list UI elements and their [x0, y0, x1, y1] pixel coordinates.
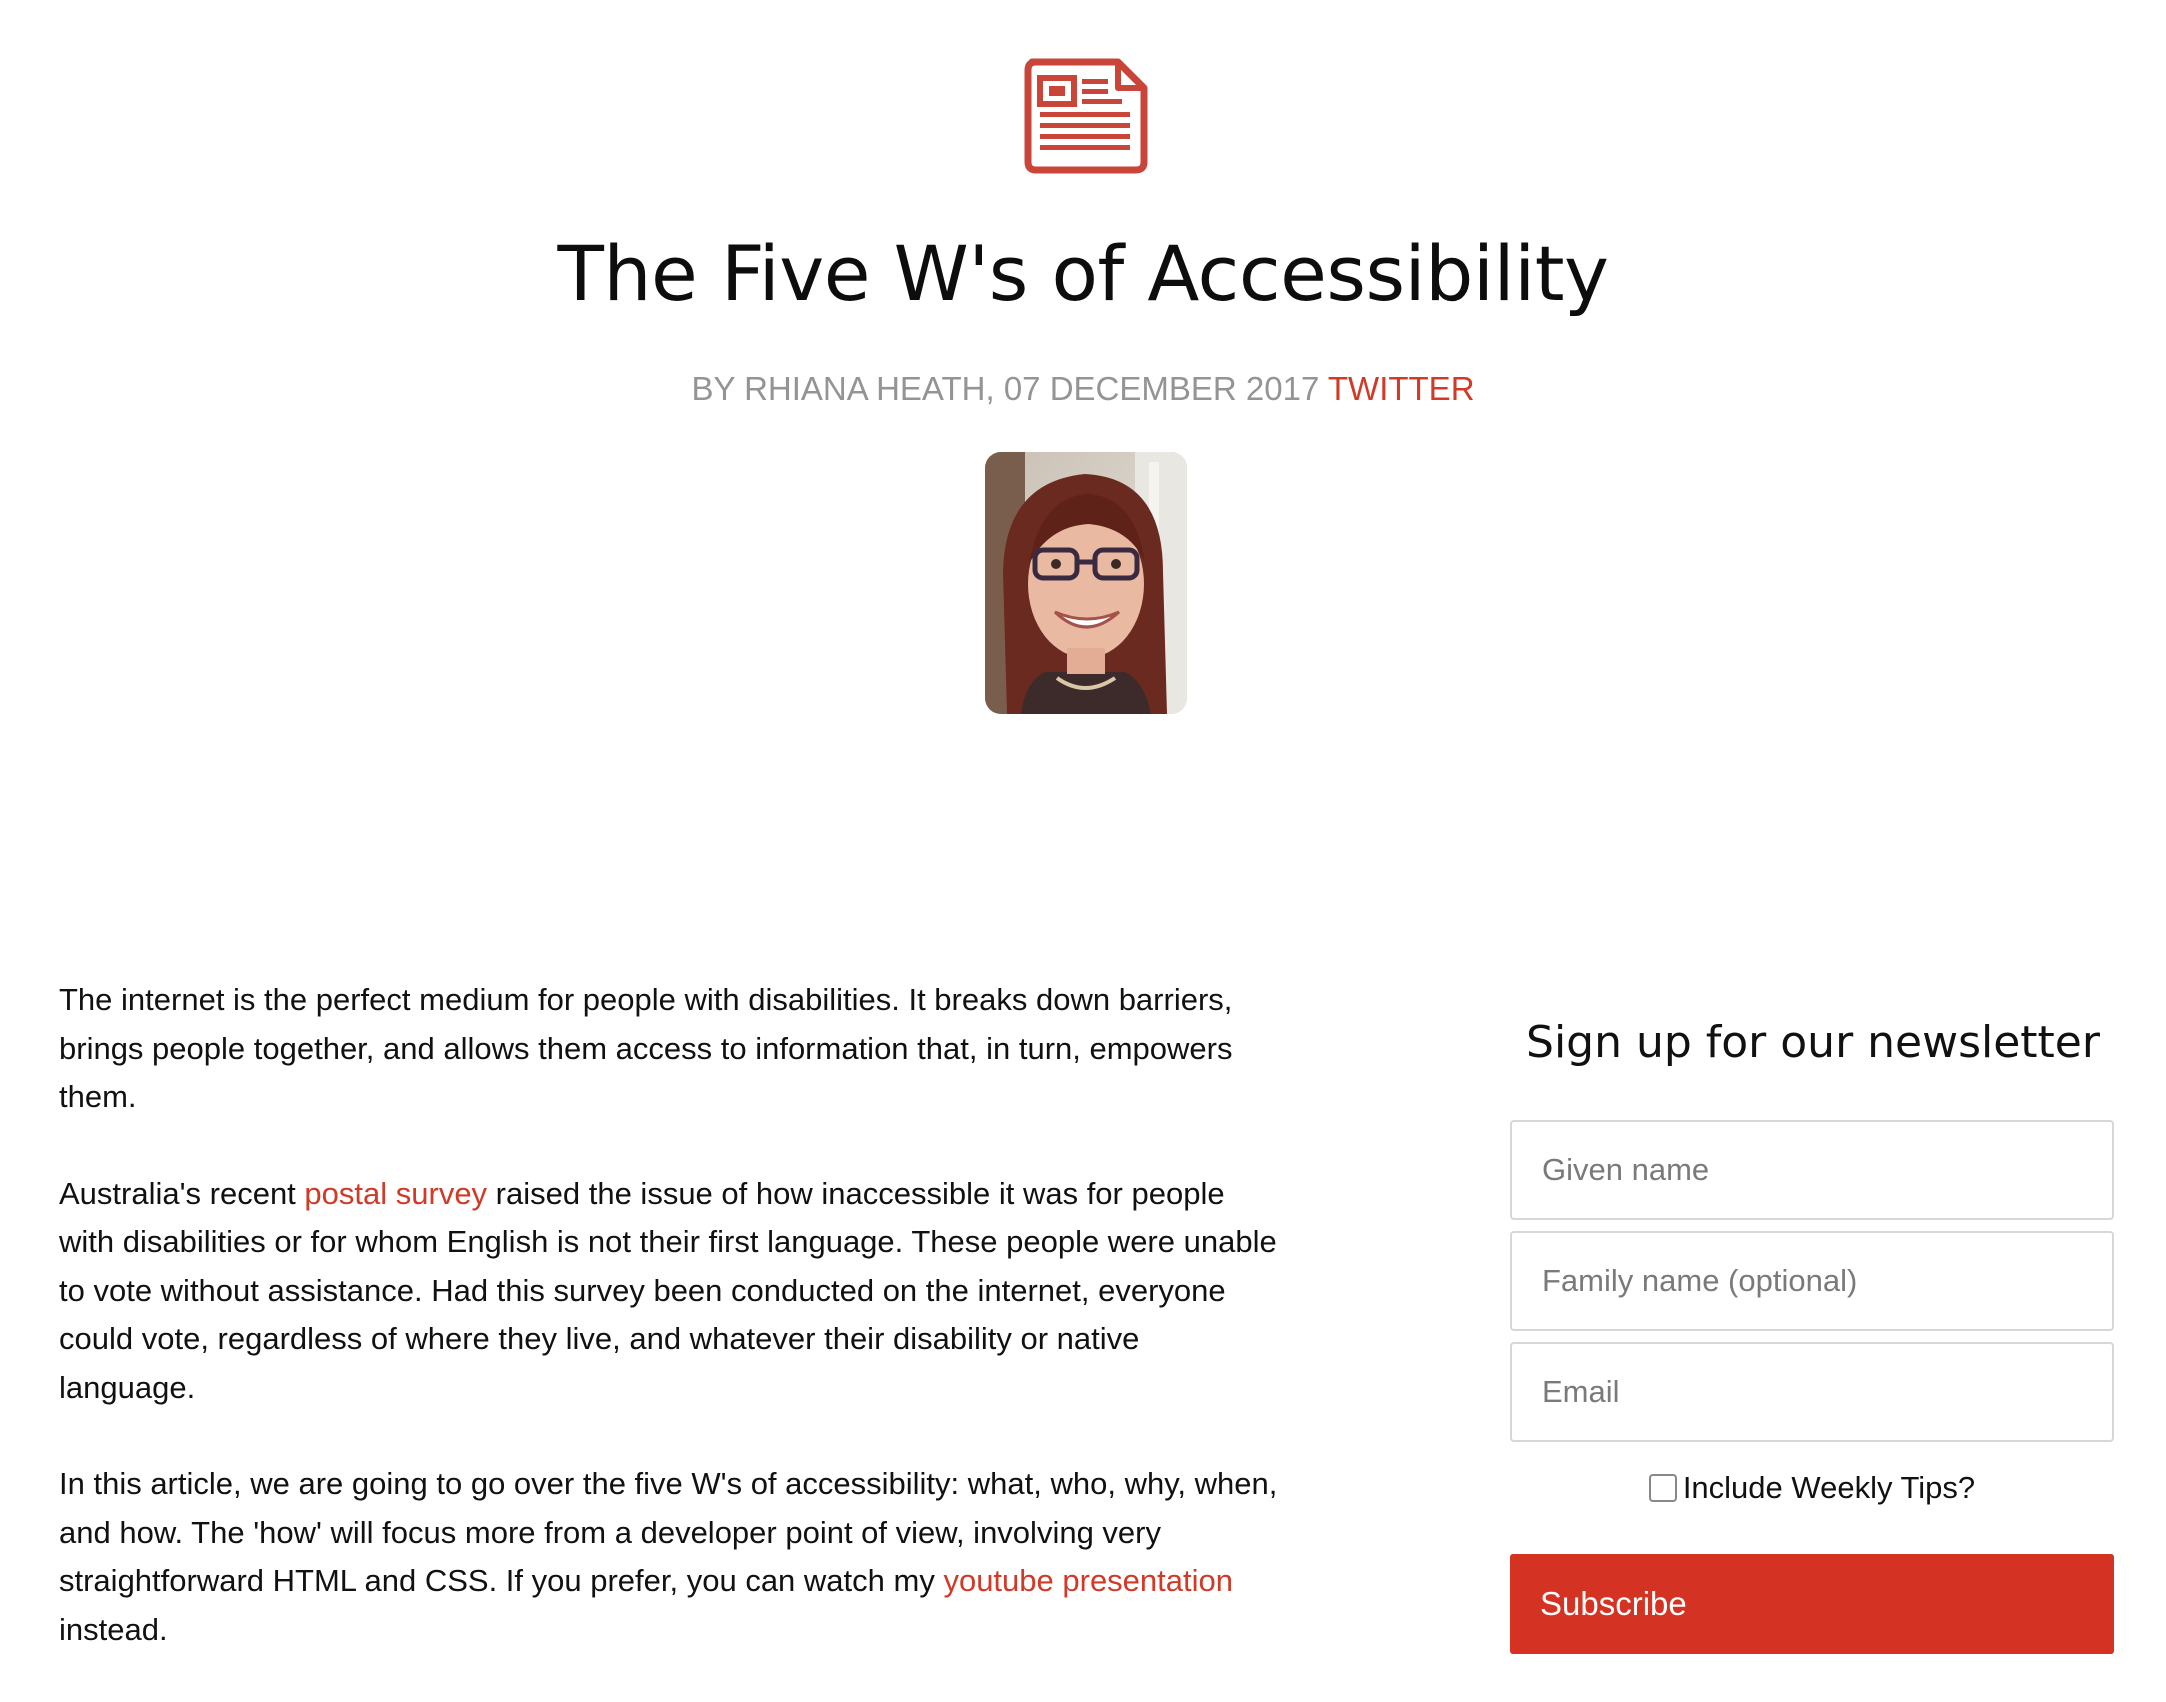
- email-input[interactable]: [1510, 1342, 2114, 1442]
- newsletter-form: Sign up for our newsletter Include Weekl…: [1510, 1008, 2116, 1654]
- given-name-input[interactable]: [1510, 1120, 2114, 1220]
- paragraph-text: The internet is the perfect medium for p…: [59, 982, 1233, 1114]
- twitter-link[interactable]: TWITTER: [1328, 370, 1475, 407]
- subscribe-button[interactable]: Subscribe: [1510, 1554, 2114, 1654]
- author-avatar: [985, 452, 1187, 714]
- paragraph-text: Australia's recent: [59, 1175, 305, 1211]
- article-paragraph: In this article, we are going to go over…: [59, 1460, 1279, 1654]
- postal-survey-link[interactable]: postal survey: [304, 1176, 487, 1211]
- youtube-presentation-link[interactable]: youtube presentation: [943, 1563, 1233, 1598]
- paragraph-text: instead.: [59, 1611, 168, 1647]
- article-body: The internet is the perfect medium for p…: [59, 976, 1279, 1702]
- weekly-tips-label: Include Weekly Tips?: [1682, 1470, 1976, 1505]
- newspaper-icon: [1024, 58, 1148, 174]
- article-paragraph: Australia's recent postal survey raised …: [59, 1170, 1279, 1413]
- weekly-tips-checkbox[interactable]: [1648, 1474, 1677, 1502]
- author-photo: [985, 452, 1187, 714]
- page-title: The Five W's of Accessibility: [557, 229, 1609, 318]
- family-name-input[interactable]: [1510, 1231, 2114, 1331]
- byline-author-date: BY RHIANA HEATH, 07 DECEMBER 2017: [691, 370, 1320, 407]
- newsletter-heading: Sign up for our newsletter: [1526, 1017, 2100, 1068]
- article-paragraph: The internet is the perfect medium for p…: [59, 976, 1279, 1122]
- byline: BY RHIANA HEATH, 07 DECEMBER 2017 TWITTE…: [0, 368, 2166, 410]
- weekly-tips-option[interactable]: Include Weekly Tips?: [1510, 1468, 2114, 1508]
